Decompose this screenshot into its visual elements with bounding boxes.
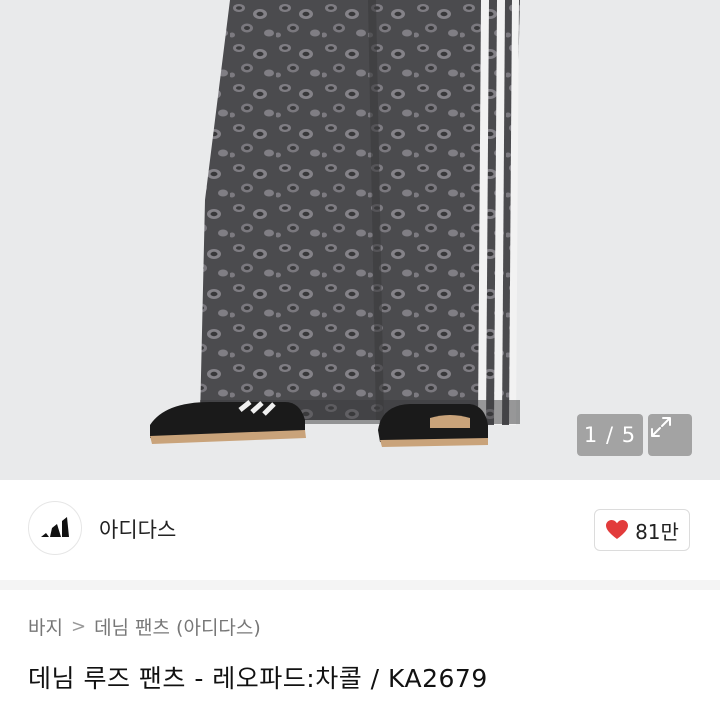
expand-button[interactable] xyxy=(648,414,692,456)
breadcrumb-item-pants[interactable]: 바지 xyxy=(28,613,63,640)
expand-icon xyxy=(651,417,671,437)
brand-logo[interactable] xyxy=(28,501,82,555)
image-counter: 1 / 5 xyxy=(577,414,643,456)
like-button[interactable]: 81만 xyxy=(594,509,690,551)
product-title: 데님 루즈 팬츠 - 레오파드:차콜 / KA2679 xyxy=(28,664,488,693)
breadcrumb: 바지 > 데님 팬츠 (아디다스) xyxy=(28,613,261,640)
product-photo xyxy=(150,0,520,447)
product-image[interactable]: 1 / 5 xyxy=(0,0,720,480)
like-count: 81만 xyxy=(635,519,679,544)
section-divider xyxy=(0,580,720,590)
brand-row: 아디다스 81만 xyxy=(0,480,720,576)
breadcrumb-item-denim-pants[interactable]: 데님 팬츠 (아디다스) xyxy=(94,613,261,640)
brand-name[interactable]: 아디다스 xyxy=(99,514,176,544)
adidas-logo-icon xyxy=(41,517,69,537)
heart-icon xyxy=(606,520,629,539)
breadcrumb-separator: > xyxy=(70,616,87,637)
